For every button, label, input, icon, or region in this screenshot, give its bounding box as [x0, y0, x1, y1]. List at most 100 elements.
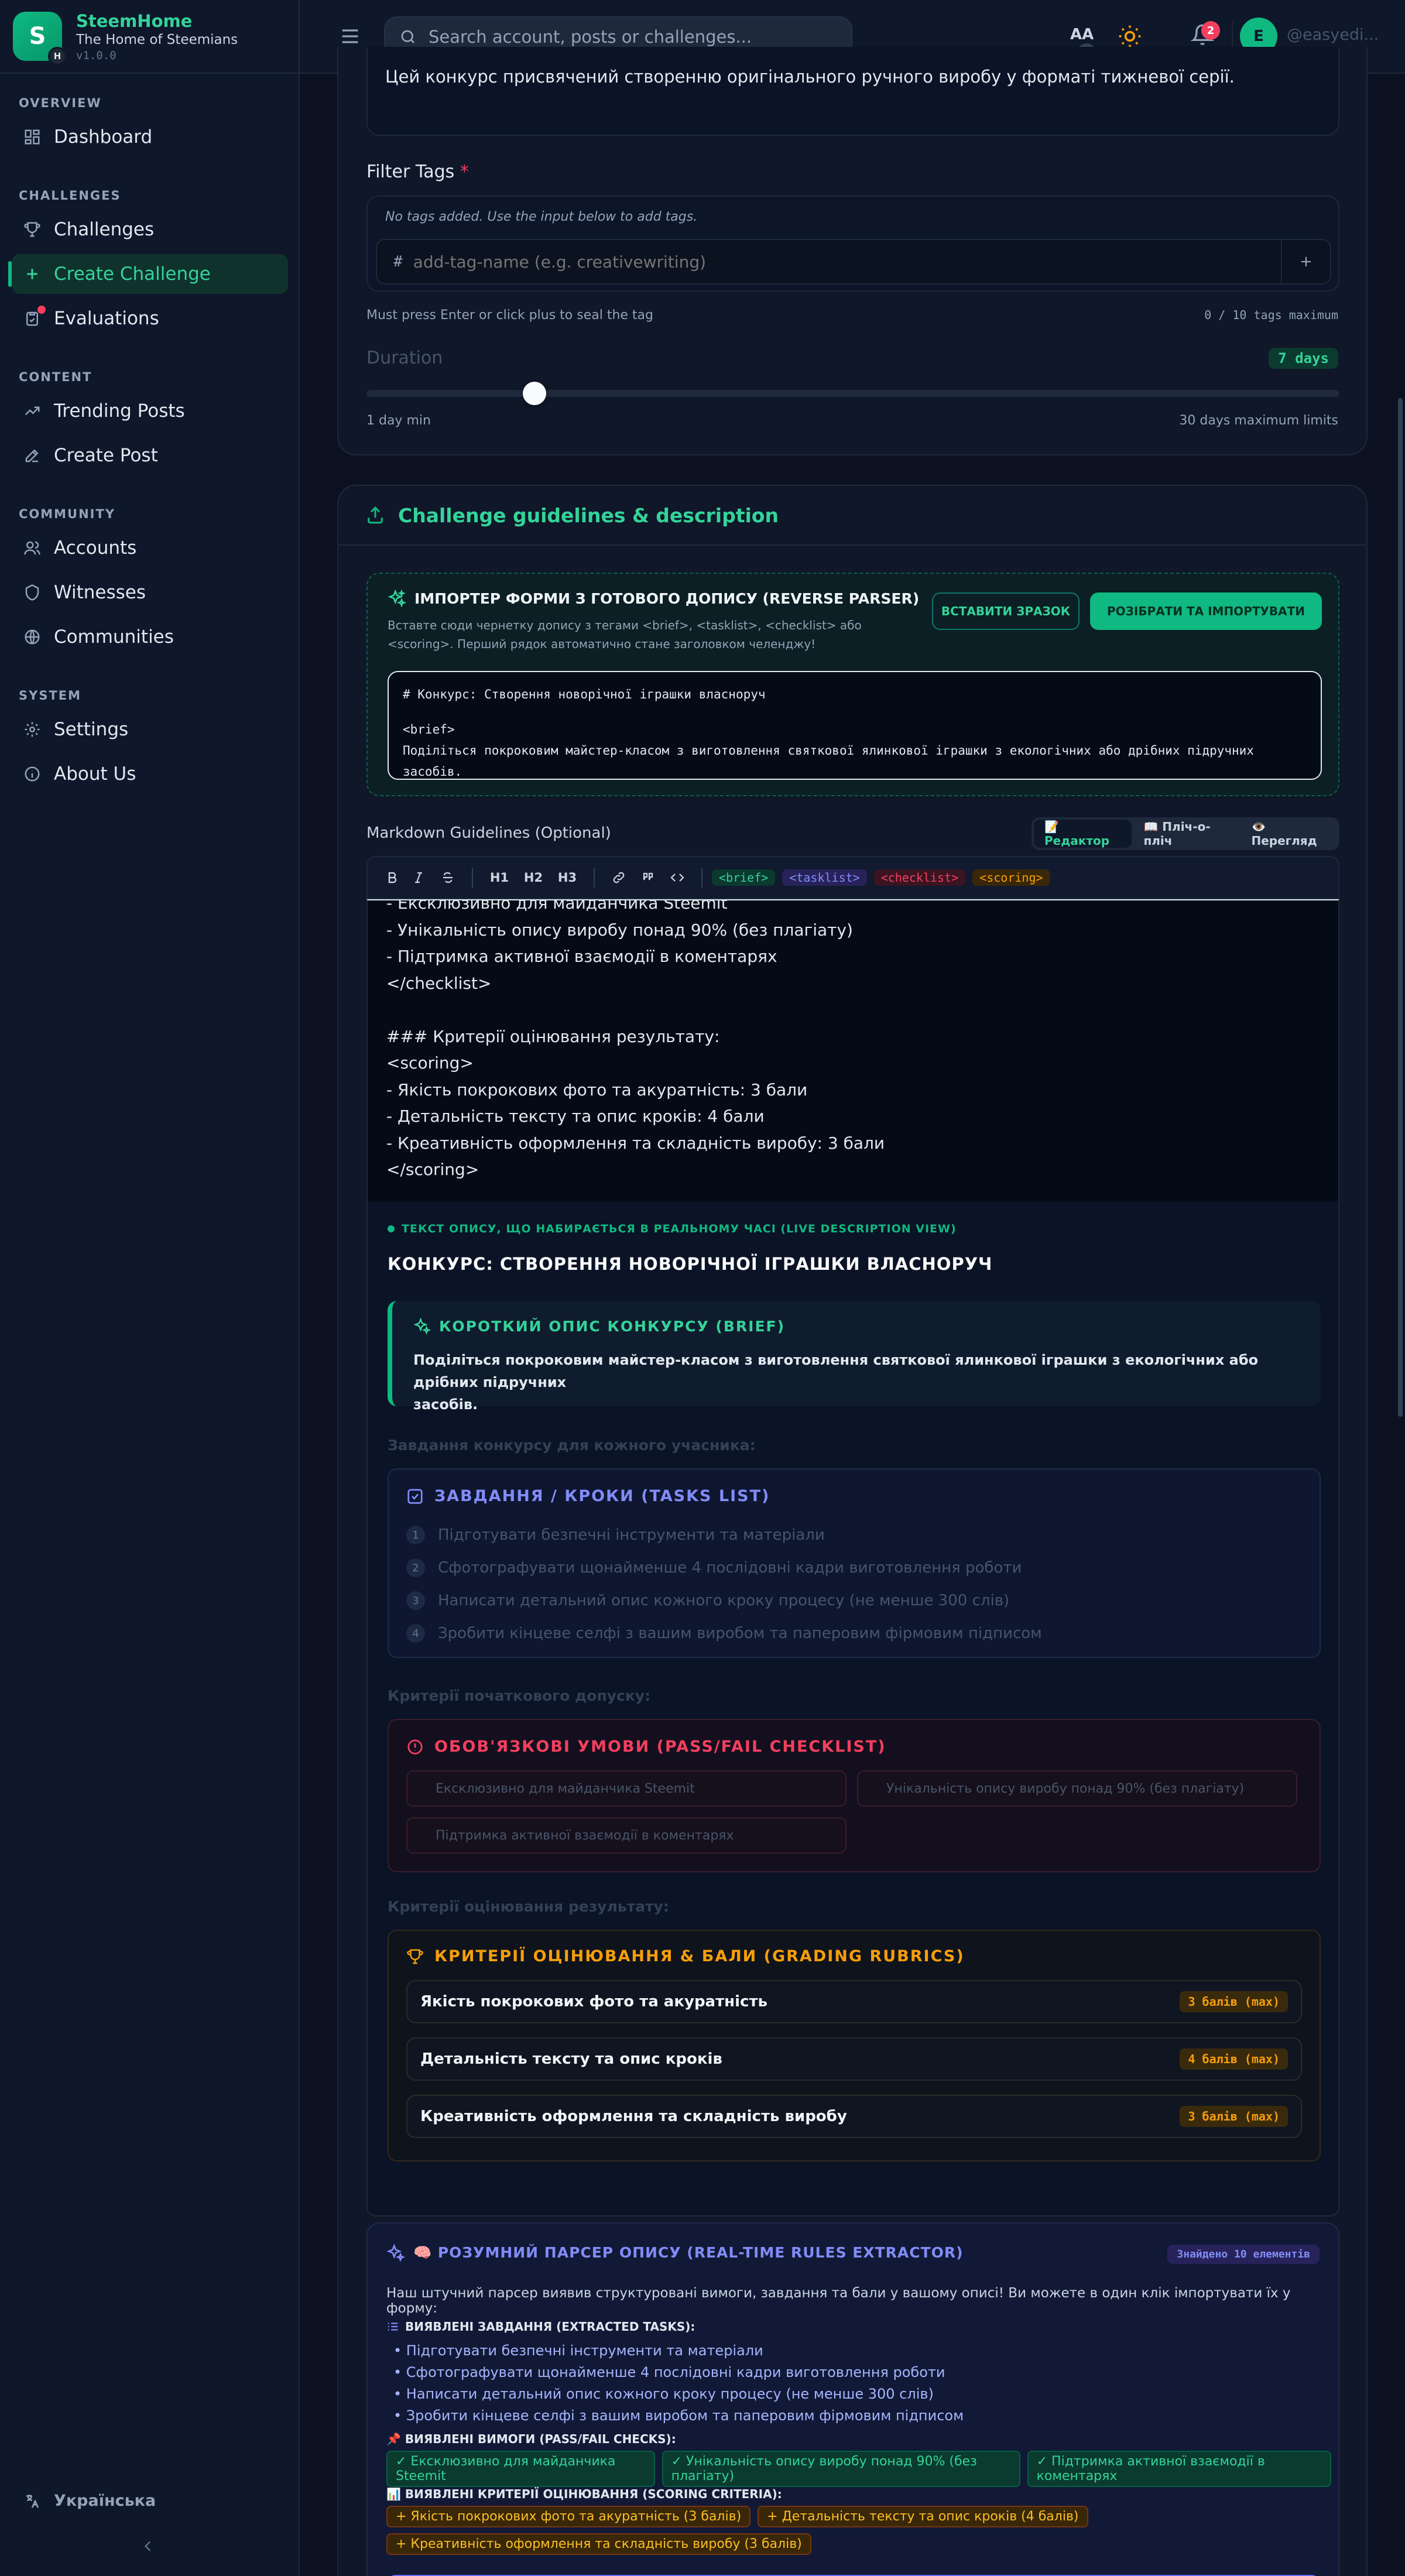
sidebar-item-label: Accounts — [54, 537, 137, 559]
brief-title: КОРОТКИЙ ОПИС КОНКУРСУ (BRIEF) — [439, 1317, 786, 1335]
info-icon — [23, 765, 41, 783]
language-switcher[interactable]: Українська — [23, 2492, 156, 2510]
markdown-editor[interactable]: - Ексклюзивно для майданчика Steemit - Ун… — [366, 899, 1339, 1203]
tags-box: No tags added. Use the input below to ad… — [366, 196, 1339, 292]
description-textarea[interactable]: Цей конкурс присвячений створенню оригін… — [366, 47, 1339, 136]
challenge-settings-card: Цей конкурс присвячений створенню оригін… — [337, 47, 1368, 455]
plus-icon — [23, 265, 41, 283]
h1-button[interactable]: H1 — [482, 871, 516, 885]
username[interactable]: @easyedi... — [1287, 26, 1379, 44]
sidebar-item-label: Create Post — [54, 445, 158, 466]
importer-title-row: ІМПОРТЕР ФОРМИ З ГОТОВОГО ДОПИСУ (REVERS… — [388, 589, 919, 608]
extracted-tasks-label-row: ВИЯВЛЕНІ ЗАВДАННЯ (EXTRACTED TASKS): — [386, 2320, 695, 2334]
page-scrollbar[interactable] — [1398, 398, 1403, 1417]
sidebar-item-trending-posts[interactable]: Trending Posts — [12, 391, 288, 431]
link-button[interactable] — [604, 871, 633, 885]
insert-scoring-tag[interactable]: <scoring> — [972, 869, 1050, 886]
rubrics-title-row: КРИТЕРІЇ ОЦІНЮВАННЯ & БАЛИ (GRADING RUBR… — [406, 1947, 965, 1965]
parse-import-button[interactable]: РОЗІБРАТИ ТА ІМПОРТУВАТИ — [1090, 592, 1322, 630]
sidebar-item-communities[interactable]: Communities — [12, 617, 288, 657]
sidebar-item-create-post[interactable]: Create Post — [12, 436, 288, 475]
search-input[interactable] — [429, 27, 838, 47]
insert-sample-button[interactable]: ВСТАВИТИ ЗРАЗОК — [932, 592, 1080, 630]
sparkles-icon — [388, 589, 406, 608]
brand[interactable]: S H SteemHome The Home of Steemians v1.0… — [0, 0, 299, 74]
tag-input[interactable] — [413, 252, 1233, 272]
add-tag-button[interactable] — [1281, 240, 1330, 283]
rubric-points-badge: 4 балів (max) — [1180, 2049, 1288, 2070]
toolbar-divider — [594, 868, 595, 888]
importer-desc-line: Вставте сюди чернетку допису з тегами <b… — [388, 618, 862, 632]
sidebar-item-label: Settings — [54, 719, 129, 740]
gear-icon — [23, 721, 41, 738]
checklist-block: ОБОВ'ЯЗКОВІ УМОВИ (PASS/FAIL CHECKLIST) … — [388, 1719, 1321, 1872]
collapse-sidebar-button[interactable] — [140, 2539, 156, 2556]
language-label: Українська — [54, 2492, 156, 2510]
duration-slider-thumb[interactable] — [522, 382, 546, 405]
h3-button[interactable]: H3 — [550, 871, 584, 885]
globe-icon — [23, 628, 41, 646]
extracted-tasks-list: • Підготувати безпечні інструменти та ма… — [393, 2339, 964, 2426]
editor-line: - Ексклюзивно для майданчика Steemit — [386, 899, 728, 913]
sidebar-item-accounts[interactable]: Accounts — [12, 528, 288, 568]
draft-line: Поділіться покроковим майстер-класом з в… — [403, 744, 1254, 758]
sidebar-item-witnesses[interactable]: Witnesses — [12, 573, 288, 612]
tab-split[interactable]: 📖 Пліч-о-пліч — [1134, 820, 1240, 848]
smart-parser-panel: 🧠 РОЗУМНИЙ ПАРСЕР ОПИСУ (REAL-TIME RULES… — [366, 2222, 1339, 2576]
task-text: Підготувати безпечні інструменти та мате… — [438, 1526, 825, 1544]
draft-textarea[interactable]: # Конкурс: Створення новорічної іграшки … — [388, 671, 1322, 780]
parser-title: 🧠 РОЗУМНИЙ ПАРСЕР ОПИСУ (REAL-TIME RULES… — [413, 2244, 964, 2261]
checklist-title-row: ОБОВ'ЯЗКОВІ УМОВИ (PASS/FAIL CHECKLIST) — [406, 1738, 886, 1756]
draft-line: <brief> — [403, 722, 455, 737]
sidebar-item-label: Challenges — [54, 219, 155, 240]
editor-line: </checklist> — [386, 973, 492, 993]
sidebar-item-about-us[interactable]: About Us — [12, 754, 288, 794]
insert-tasklist-tag[interactable]: <tasklist> — [782, 869, 867, 886]
plus-icon — [1298, 254, 1314, 270]
font-size-toggle[interactable]: AA M — [1070, 26, 1096, 62]
grid-icon — [23, 128, 41, 146]
sidebar-item-create-challenge[interactable]: Create Challenge — [8, 254, 288, 294]
insert-checklist-tag[interactable]: <checklist> — [873, 869, 966, 886]
view-mode-tabs: 📝 Редактор 📖 Пліч-о-пліч 👁️ Перегляд — [1032, 817, 1339, 850]
quote-button[interactable] — [633, 871, 663, 885]
nav-section-community: COMMUNITY — [19, 507, 116, 521]
search-icon — [399, 28, 417, 46]
users-icon — [23, 539, 41, 557]
guidelines-title: Challenge guidelines & description — [398, 503, 779, 527]
extracted-check: ✓ Підтримка активної взаємодії в комента… — [1027, 2451, 1331, 2487]
rubric-row: Якість покрокових фото та акуратність 3 б… — [406, 1980, 1302, 2023]
shield-icon — [23, 584, 41, 601]
editor-lines: - Ексклюзивно для майданчика Steemit - Ун… — [386, 899, 1320, 1183]
extracted-checks-label: 📌 ВИЯВЛЕНІ ВИМОГИ (PASS/FAIL CHECKS): — [386, 2432, 676, 2446]
code-button[interactable] — [663, 871, 692, 885]
sidebar-item-evaluations[interactable]: Evaluations — [12, 299, 288, 338]
duration-max-label: 30 days maximum limits — [1179, 413, 1338, 428]
tasks-title: ЗАВДАННЯ / КРОКИ (TASKS LIST) — [434, 1487, 770, 1505]
extracted-score: + Якість покрокових фото та акуратність … — [386, 2506, 751, 2527]
sidebar-item-dashboard[interactable]: Dashboard — [12, 117, 288, 157]
editor-line: - Якість покрокових фото та акуратність:… — [386, 1080, 808, 1099]
duration-slider-track[interactable] — [366, 382, 1339, 405]
draft-line: засобів. — [403, 765, 462, 779]
task-number: 1 — [406, 1526, 425, 1544]
sidebar-item-challenges[interactable]: Challenges — [12, 210, 288, 249]
trending-icon — [23, 402, 41, 420]
preview-heading: КОНКУРС: СТВОРЕННЯ НОВОРІЧНОЇ ІГРАШКИ ВЛ… — [388, 1254, 993, 1274]
strikethrough-icon — [441, 871, 455, 885]
h2-button[interactable]: H2 — [516, 871, 550, 885]
checklist-title: ОБОВ'ЯЗКОВІ УМОВИ (PASS/FAIL CHECKLIST) — [434, 1738, 886, 1756]
strike-button[interactable] — [433, 871, 462, 885]
sidebar-item-settings[interactable]: Settings — [12, 710, 288, 749]
italic-button[interactable] — [404, 871, 433, 885]
tab-editor[interactable]: 📝 Редактор — [1034, 820, 1132, 848]
sparkles-icon — [413, 1317, 431, 1335]
app-logo: S H — [13, 12, 67, 66]
task-number: 2 — [406, 1558, 425, 1577]
trophy-icon — [23, 221, 41, 238]
bold-button[interactable] — [381, 871, 404, 885]
tab-preview[interactable]: 👁️ Перегляд — [1243, 820, 1338, 848]
insert-brief-tag[interactable]: <brief> — [712, 869, 776, 886]
sidebar-item-label: Evaluations — [54, 308, 159, 329]
